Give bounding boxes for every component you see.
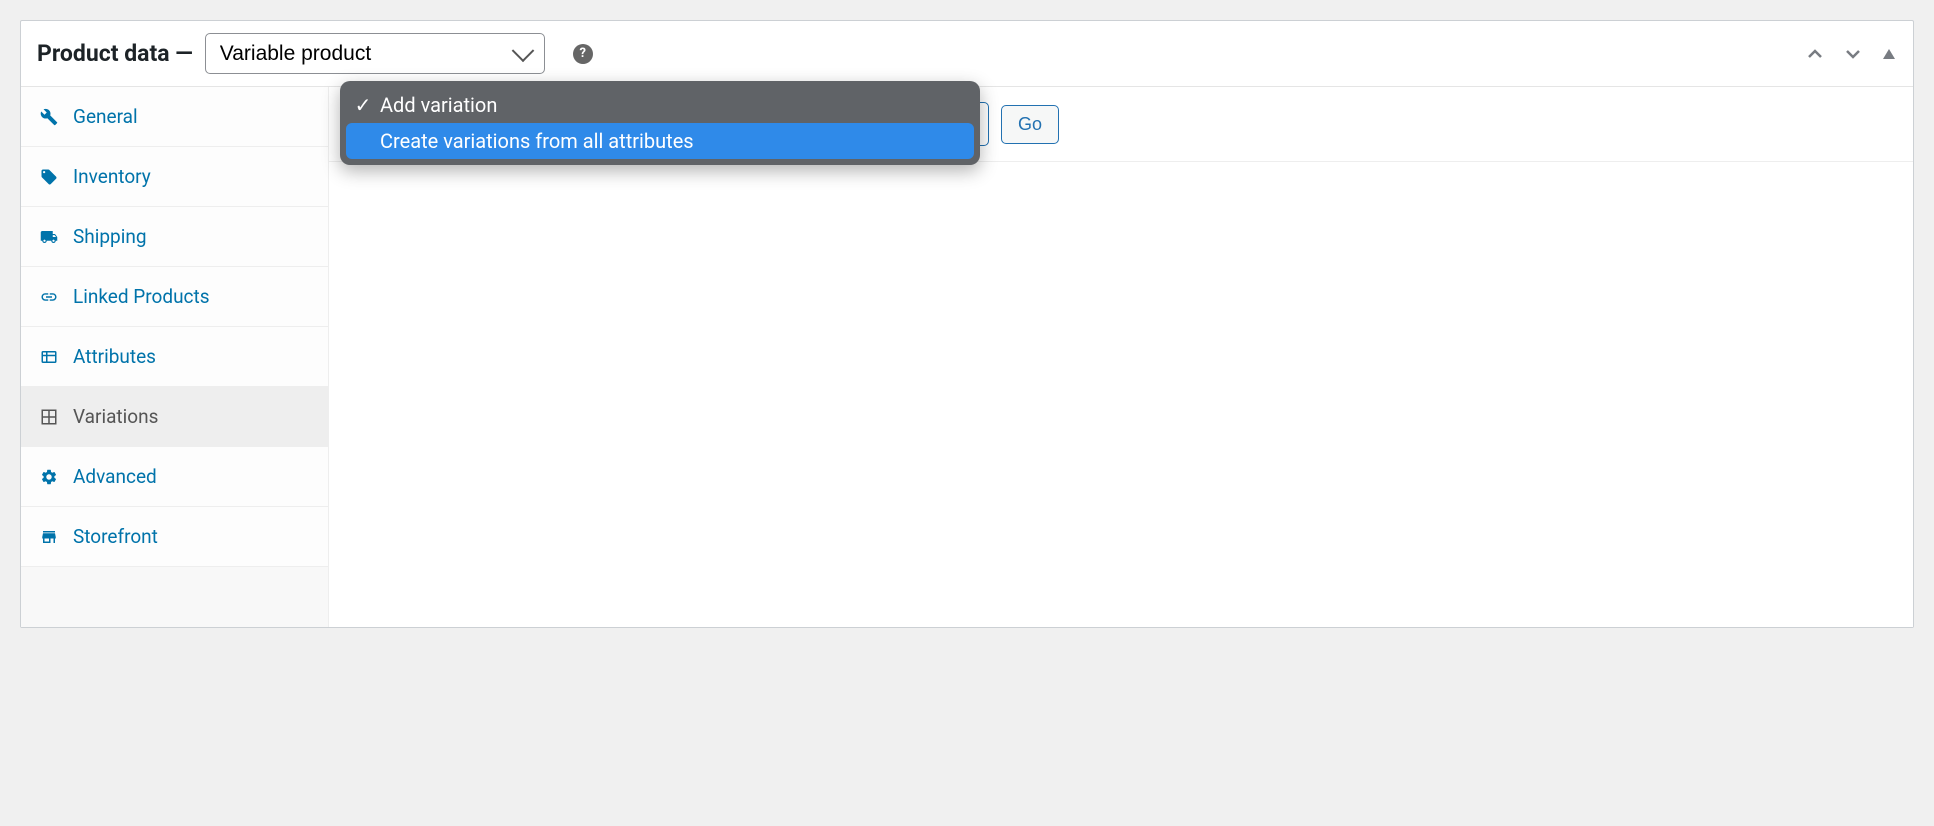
sidebar-item-storefront[interactable]: Storefront (21, 507, 328, 567)
tag-icon (39, 167, 59, 187)
sidebar: General Inventory Shipping Linked Produc… (21, 87, 329, 627)
link-icon (39, 287, 59, 307)
sidebar-item-advanced[interactable]: Advanced (21, 447, 328, 507)
collapse-triangle-icon[interactable] (1881, 46, 1897, 62)
panel-body: General Inventory Shipping Linked Produc… (21, 87, 1913, 627)
help-icon[interactable]: ? (573, 44, 593, 64)
dropdown-item-add-variation[interactable]: ✓ Add variation (346, 87, 974, 123)
dropdown-item-create-variations[interactable]: ✓ Create variations from all attributes (346, 123, 974, 159)
dropdown-item-label: Create variations from all attributes (380, 129, 694, 153)
product-data-panel: Product data — Variable product ? (20, 20, 1914, 628)
truck-icon (39, 227, 59, 247)
sidebar-item-label: Advanced (73, 465, 157, 488)
check-icon: ✓ (354, 93, 372, 117)
panel-controls (1805, 44, 1897, 64)
store-icon (39, 527, 59, 547)
sidebar-item-label: General (73, 105, 138, 128)
chevron-down-icon[interactable] (1843, 44, 1863, 64)
sidebar-item-label: Attributes (73, 345, 156, 368)
wrench-icon (39, 107, 59, 127)
sidebar-item-label: Storefront (73, 525, 158, 548)
sidebar-item-inventory[interactable]: Inventory (21, 147, 328, 207)
sidebar-item-attributes[interactable]: Attributes (21, 327, 328, 387)
product-type-select[interactable]: Variable product (205, 33, 545, 74)
content-area: Go ✓ Add variation ✓ Create variations f… (329, 87, 1913, 627)
sidebar-item-label: Variations (73, 405, 158, 428)
sidebar-item-shipping[interactable]: Shipping (21, 207, 328, 267)
product-type-select-wrapper: Variable product (205, 33, 545, 74)
list-icon (39, 347, 59, 367)
panel-header: Product data — Variable product ? (21, 21, 1913, 87)
sidebar-item-variations[interactable]: Variations (21, 387, 328, 447)
sidebar-item-label: Inventory (73, 165, 151, 188)
chevron-up-icon[interactable] (1805, 44, 1825, 64)
sidebar-item-label: Shipping (73, 225, 147, 248)
gear-icon (39, 467, 59, 487)
sidebar-item-linked-products[interactable]: Linked Products (21, 267, 328, 327)
sidebar-item-general[interactable]: General (21, 87, 328, 147)
dropdown-item-label: Add variation (380, 93, 497, 117)
go-button[interactable]: Go (1001, 105, 1059, 144)
variation-action-dropdown: ✓ Add variation ✓ Create variations from… (340, 81, 980, 165)
sidebar-item-label: Linked Products (73, 285, 210, 308)
panel-title: Product data — (37, 40, 193, 67)
grid-icon (39, 407, 59, 427)
